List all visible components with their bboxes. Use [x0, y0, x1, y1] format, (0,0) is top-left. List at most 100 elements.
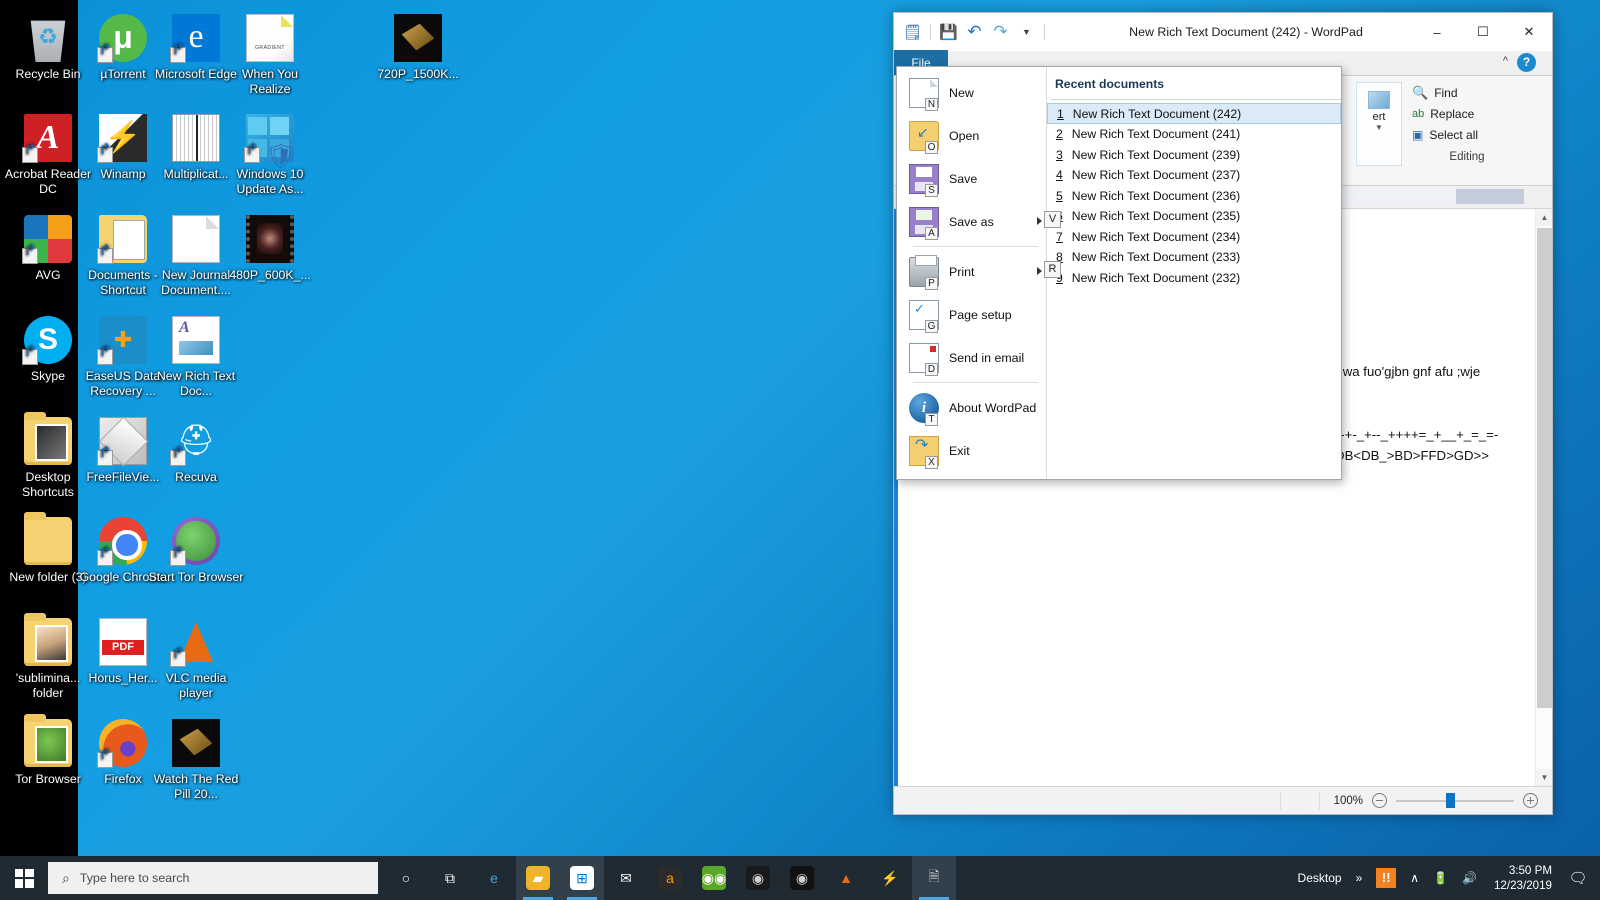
chevron-down-icon[interactable]: ▼: [1015, 21, 1038, 44]
desktop-icon[interactable]: Windows 10 Update As...: [222, 108, 318, 196]
amazon-icon[interactable]: a: [648, 856, 692, 900]
tray-chevron-icon[interactable]: ∧: [1403, 856, 1426, 900]
window-controls[interactable]: – ☐ ✕: [1414, 13, 1552, 51]
recent-document-item[interactable]: 8 New Rich Text Document (233): [1047, 247, 1341, 268]
replace-icon: ab: [1412, 107, 1425, 120]
tray-overflow-icon[interactable]: »: [1349, 856, 1370, 900]
desktop-icon[interactable]: Recuva: [148, 411, 244, 485]
shortcut-arrow-icon: [170, 550, 186, 566]
desktop-icon[interactable]: Watch The Red Pill 20...: [148, 713, 244, 801]
color-wheel-app-icon[interactable]: ◉: [780, 856, 824, 900]
recent-documents-heading: Recent documents: [1055, 77, 1165, 91]
key-tip-badge: V: [1044, 211, 1061, 228]
maximize-button[interactable]: ☐: [1460, 13, 1506, 51]
wordpad-title-bar[interactable]: 🗒 💾 ↶ ↷ ▼ New Rich Text Document (242) -…: [894, 13, 1552, 51]
desktop-icon[interactable]: 480P_600K_...: [222, 209, 318, 283]
recent-document-item[interactable]: 5 New Rich Text Document (236): [1047, 186, 1341, 207]
taskbar-pinned-icons[interactable]: ○ ⧉ e ▰ ⊞ ✉ a ◉◉ ◉ ◉ ▲ ⚡ 🗎: [384, 856, 956, 900]
file-menu-item-send-in-email[interactable]: D Send in email: [897, 336, 1046, 379]
recent-documents-panel[interactable]: Recent documents 1 New Rich Text Document…: [1047, 67, 1341, 479]
recent-document-item[interactable]: 7 New Rich Text Document (234): [1047, 227, 1341, 248]
desktop-icon[interactable]: When You Realize: [222, 8, 318, 96]
desktop-icon-glyph: [394, 14, 442, 62]
scrollbar-thumb[interactable]: [1537, 228, 1552, 708]
camera-app-icon[interactable]: ◉: [736, 856, 780, 900]
zoom-in-icon[interactable]: [1523, 793, 1538, 808]
file-menu-item-label: Save as: [949, 214, 994, 229]
file-menu-commands[interactable]: N New O Open S Save A Save as V P Print R G Page setu…: [897, 67, 1061, 479]
winamp-icon[interactable]: ⚡: [868, 856, 912, 900]
recent-document-item[interactable]: 4 New Rich Text Document (237): [1047, 165, 1341, 186]
zoom-slider-thumb[interactable]: [1446, 793, 1455, 808]
select-all-button[interactable]: ▣ Select all: [1408, 124, 1526, 145]
insert-group[interactable]: ert ▼: [1356, 82, 1402, 166]
desktop-icon[interactable]: 720P_1500K...: [370, 8, 466, 82]
recent-document-item[interactable]: 6New Rich Text Document (235): [1047, 206, 1341, 227]
wordpad-icon[interactable]: 🗒: [901, 21, 924, 44]
recent-document-item[interactable]: 1 New Rich Text Document (242): [1047, 103, 1341, 124]
help-icon[interactable]: ?: [1517, 53, 1536, 72]
wordpad-taskbar-icon[interactable]: 🗎: [912, 856, 956, 900]
desktop-icon[interactable]: New Rich Text Doc...: [148, 310, 244, 398]
file-menu-popup[interactable]: N New O Open S Save A Save as V P Print R G Page setu…: [896, 66, 1342, 480]
quick-access-toolbar[interactable]: 🗒 💾 ↶ ↷ ▼: [901, 21, 1048, 44]
volume-icon[interactable]: 🔊: [1455, 856, 1484, 900]
desktop-icon[interactable]: VLC media player: [148, 612, 244, 700]
amazon-icon-glyph: a: [658, 866, 682, 890]
action-center-icon[interactable]: 🗨: [1562, 856, 1594, 900]
shortcut-arrow-icon: [97, 47, 113, 63]
clock[interactable]: 3:50 PM 12/23/2019: [1484, 856, 1562, 900]
open-folder-icon: O: [909, 120, 939, 154]
picture-icon[interactable]: [1368, 91, 1390, 109]
file-menu-item-exit[interactable]: X Exit: [897, 429, 1046, 472]
file-menu-item-page-setup[interactable]: G Page setup: [897, 293, 1046, 336]
battery-icon[interactable]: 🔋: [1426, 856, 1455, 900]
videosm-icon: [172, 719, 220, 767]
recent-documents-list[interactable]: 1 New Rich Text Document (242) 2 New Rich T…: [1047, 103, 1341, 288]
file-explorer-icon[interactable]: ▰: [516, 856, 560, 900]
recent-document-item[interactable]: 9New Rich Text Document (232): [1047, 268, 1341, 289]
file-menu-item-save-as[interactable]: A Save as V: [897, 200, 1061, 243]
avg-tray-icon[interactable]: !!: [1369, 856, 1403, 900]
file-menu-item-new[interactable]: N New: [897, 71, 1046, 114]
close-button[interactable]: ✕: [1506, 13, 1552, 51]
file-menu-item-open[interactable]: O Open: [897, 114, 1046, 157]
cortana-icon[interactable]: ○: [384, 856, 428, 900]
collapse-ribbon-icon[interactable]: ^: [1503, 55, 1508, 67]
replace-button[interactable]: ab Replace: [1408, 103, 1526, 124]
tripadvisor-icon[interactable]: ◉◉: [692, 856, 736, 900]
recent-document-item[interactable]: 2 New Rich Text Document (241): [1047, 124, 1341, 145]
vertical-scrollbar[interactable]: ▲ ▼: [1535, 209, 1552, 786]
taskbar[interactable]: ⌕ Type here to search ○ ⧉ e ▰ ⊞ ✉ a ◉◉ ◉ ◉ ▲ ⚡ 🗎 Des…: [0, 856, 1600, 900]
zoom-out-icon[interactable]: [1372, 793, 1387, 808]
desktop-icon-glyph: [172, 316, 220, 364]
folder-icon: [24, 714, 72, 767]
microsoft-store-icon[interactable]: ⊞: [560, 856, 604, 900]
recent-document-item[interactable]: 3 New Rich Text Document (239): [1047, 145, 1341, 166]
find-button[interactable]: 🔍 Find: [1408, 82, 1526, 103]
undo-icon[interactable]: ↶: [963, 21, 986, 44]
editing-group[interactable]: 🔍 Find ab Replace ▣ Select all Editing: [1408, 82, 1526, 164]
file-menu-item-print[interactable]: P Print R: [897, 250, 1061, 293]
recent-document-name: New Rich Text Document (235): [1071, 209, 1241, 224]
save-icon[interactable]: 💾: [937, 21, 960, 44]
minimize-button[interactable]: –: [1414, 13, 1460, 51]
vlc-media-player-icon[interactable]: ▲: [824, 856, 868, 900]
start-button[interactable]: [0, 856, 48, 900]
scroll-up-icon[interactable]: ▲: [1536, 209, 1552, 226]
zoom-slider[interactable]: [1396, 793, 1514, 808]
search-input[interactable]: ⌕ Type here to search: [48, 862, 378, 894]
microsoft-edge-icon[interactable]: e: [472, 856, 516, 900]
scroll-down-icon[interactable]: ▼: [1536, 769, 1552, 786]
status-bar[interactable]: 100%: [894, 786, 1552, 814]
redo-icon[interactable]: ↷: [989, 21, 1012, 44]
system-tray[interactable]: Desktop » !! ∧ 🔋 🔊 3:50 PM 12/23/2019 🗨: [1291, 856, 1600, 900]
task-view-icon[interactable]: ⧉: [428, 856, 472, 900]
search-placeholder: Type here to search: [79, 871, 190, 885]
desktop-peek-label[interactable]: Desktop: [1291, 856, 1349, 900]
file-menu-item-about-wordpad[interactable]: T About WordPad: [897, 386, 1046, 429]
desktop-icon[interactable]: Start Tor Browser: [148, 511, 244, 585]
file-menu-item-save[interactable]: S Save: [897, 157, 1046, 200]
insert-chevron-icon[interactable]: ▼: [1357, 123, 1401, 132]
mail-icon[interactable]: ✉: [604, 856, 648, 900]
